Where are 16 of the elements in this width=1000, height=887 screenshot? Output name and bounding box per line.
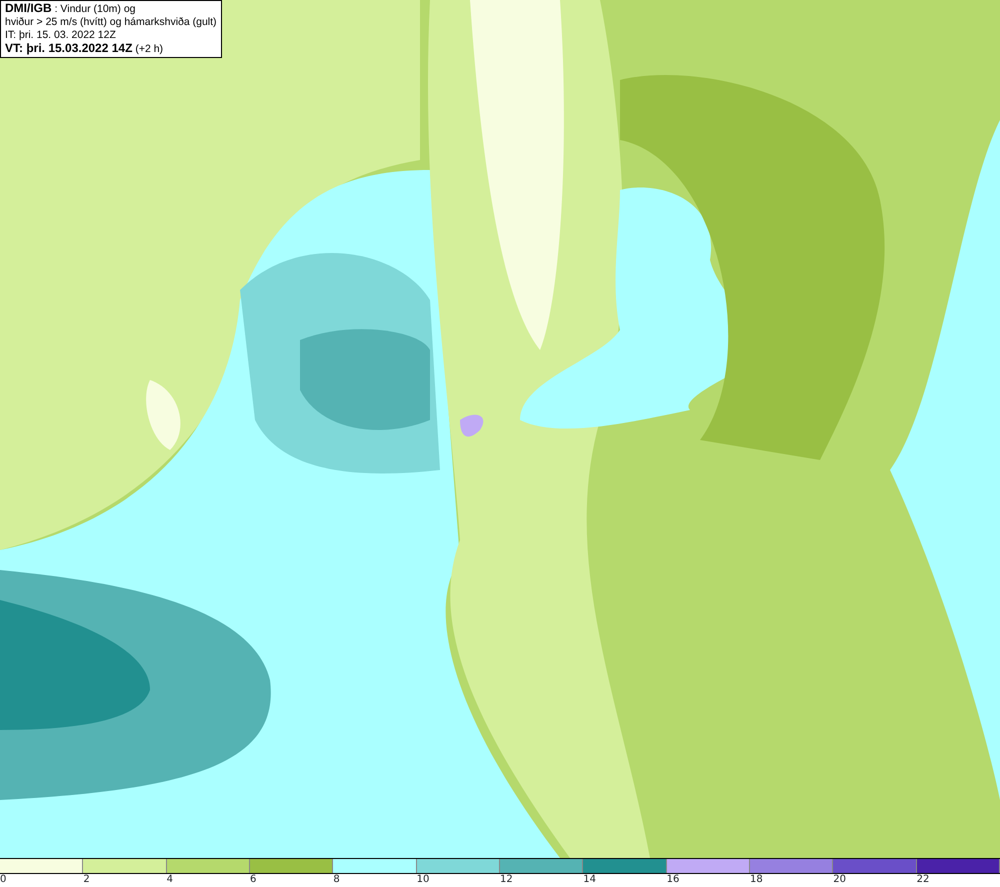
scale-label: 14 (583, 874, 596, 886)
title-line: hviður > 25 m/s (hvítt) og hámarkshviða (gult) (5, 16, 217, 29)
title-line: VT: þri. 15.03.2022 14Z (+2 h) (5, 42, 164, 56)
scale-label: 4 (166, 874, 174, 886)
scale-label: 6 (250, 874, 256, 886)
scale-label: 22 (916, 874, 930, 886)
scale-label: 18 (750, 874, 763, 886)
scale-label: 2 (83, 874, 90, 886)
scale-label: 12 (500, 874, 513, 886)
scale-label: 16 (666, 874, 680, 886)
title-line: DMI/IGB : Vindur (10m) og (5, 2, 137, 16)
scale-label: 20 (833, 874, 846, 886)
scale-label: 10 (416, 874, 430, 886)
scale-label: 0 (0, 874, 6, 886)
title-line: IT: þri. 15. 03. 2022 12Z (5, 29, 117, 42)
scale-label: 8 (333, 874, 340, 886)
